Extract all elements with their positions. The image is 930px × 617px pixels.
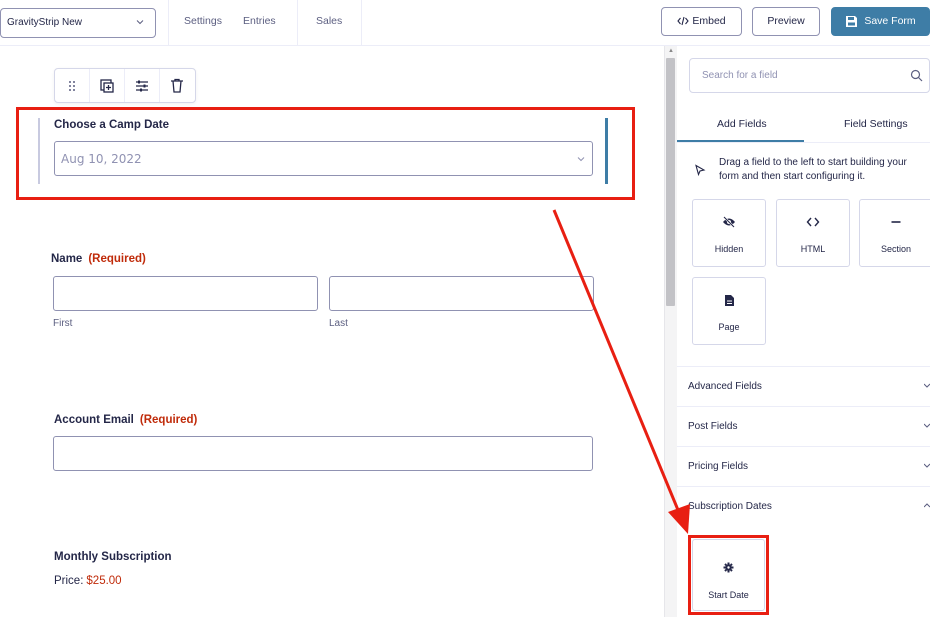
nav-settings[interactable]: Settings: [184, 15, 222, 27]
name-field-label: Name (Required): [51, 253, 146, 265]
divider: [297, 0, 298, 46]
form-switcher-select[interactable]: GravityStrip New: [0, 8, 156, 38]
first-name-input[interactable]: [53, 276, 318, 311]
chevron-down-icon: [136, 20, 144, 25]
embed-button[interactable]: Embed: [661, 7, 742, 36]
account-email-input[interactable]: [53, 436, 593, 471]
chevron-down-icon: [924, 463, 930, 468]
embed-label: Embed: [692, 15, 726, 27]
last-name-input[interactable]: [329, 276, 594, 311]
eye-slash-icon: [693, 216, 765, 228]
tab-add-fields[interactable]: Add Fields: [717, 118, 767, 130]
section-post-fields[interactable]: Post Fields: [677, 406, 930, 446]
chevron-down-icon: [924, 383, 930, 388]
nav-entries[interactable]: Entries: [243, 15, 276, 27]
divider: [677, 142, 930, 143]
price-line: Price: $25.00: [54, 575, 122, 587]
chevron-down-icon: [924, 423, 930, 428]
email-label-text: Account Email: [54, 414, 134, 426]
field-tile-page[interactable]: Page: [692, 277, 766, 345]
field-tile-label: Hidden: [714, 244, 744, 254]
section-label: Post Fields: [688, 421, 738, 432]
chevron-up-icon: [924, 503, 930, 508]
minus-icon: [860, 216, 930, 228]
field-tile-html[interactable]: HTML: [776, 199, 850, 267]
section-subscription-dates[interactable]: Subscription Dates: [677, 486, 930, 526]
form-switcher-label: GravityStrip New: [7, 17, 83, 28]
price-label: Price:: [54, 575, 84, 587]
section-pricing-fields[interactable]: Pricing Fields: [677, 446, 930, 486]
search-icon: [910, 69, 923, 82]
save-form-label: Save Form: [864, 15, 916, 27]
code-icon: [677, 17, 690, 26]
duplicate-icon[interactable]: [90, 69, 125, 102]
tab-field-settings[interactable]: Field Settings: [844, 118, 908, 130]
name-label-text: Name: [51, 253, 83, 265]
price-value: $25.00: [86, 575, 122, 587]
field-tile-label: Section: [880, 244, 912, 254]
nav-sales[interactable]: Sales: [316, 15, 342, 27]
search-placeholder: Search for a field: [702, 70, 778, 81]
save-form-button[interactable]: Save Form: [831, 7, 930, 36]
email-field-label: Account Email (Required): [54, 414, 197, 426]
scrollbar-thumb[interactable]: [666, 58, 675, 306]
document-icon: [693, 294, 765, 307]
top-bar: GravityStrip New Settings Entries Sales …: [0, 0, 930, 46]
required-indicator: (Required): [88, 253, 146, 265]
annotation-highlight-box: [16, 107, 635, 200]
cursor-pointer-icon: [695, 164, 706, 176]
section-label: Pricing Fields: [688, 461, 749, 472]
divider: [168, 0, 169, 46]
drag-handle-icon[interactable]: [55, 69, 90, 102]
field-tile-hidden[interactable]: Hidden: [692, 199, 766, 267]
field-search-input[interactable]: Search for a field: [689, 58, 930, 93]
drag-hint-text: Drag a field to the left to start buildi…: [719, 157, 907, 182]
annotation-highlight-box: [688, 535, 769, 615]
settings-sliders-icon[interactable]: [125, 69, 160, 102]
section-advanced-fields[interactable]: Advanced Fields: [677, 366, 930, 406]
section-label: Advanced Fields: [688, 381, 762, 392]
field-tile-label: HTML: [800, 244, 826, 254]
last-name-sublabel: Last: [329, 318, 348, 329]
code-icon: [777, 216, 849, 228]
field-toolbar: [54, 68, 196, 103]
required-indicator: (Required): [139, 414, 198, 426]
save-icon: [846, 15, 858, 27]
field-tile-section[interactable]: Section: [859, 199, 930, 267]
subscription-label: Monthly Subscription: [54, 551, 172, 563]
field-tile-label: Page: [718, 322, 740, 332]
preview-label: Preview: [767, 15, 805, 27]
scroll-up-arrow-icon[interactable]: ▲: [668, 48, 674, 54]
divider: [361, 0, 362, 46]
preview-button[interactable]: Preview: [752, 7, 820, 36]
trash-icon[interactable]: [160, 69, 195, 102]
section-label: Subscription Dates: [688, 501, 772, 512]
first-name-sublabel: First: [53, 318, 73, 329]
